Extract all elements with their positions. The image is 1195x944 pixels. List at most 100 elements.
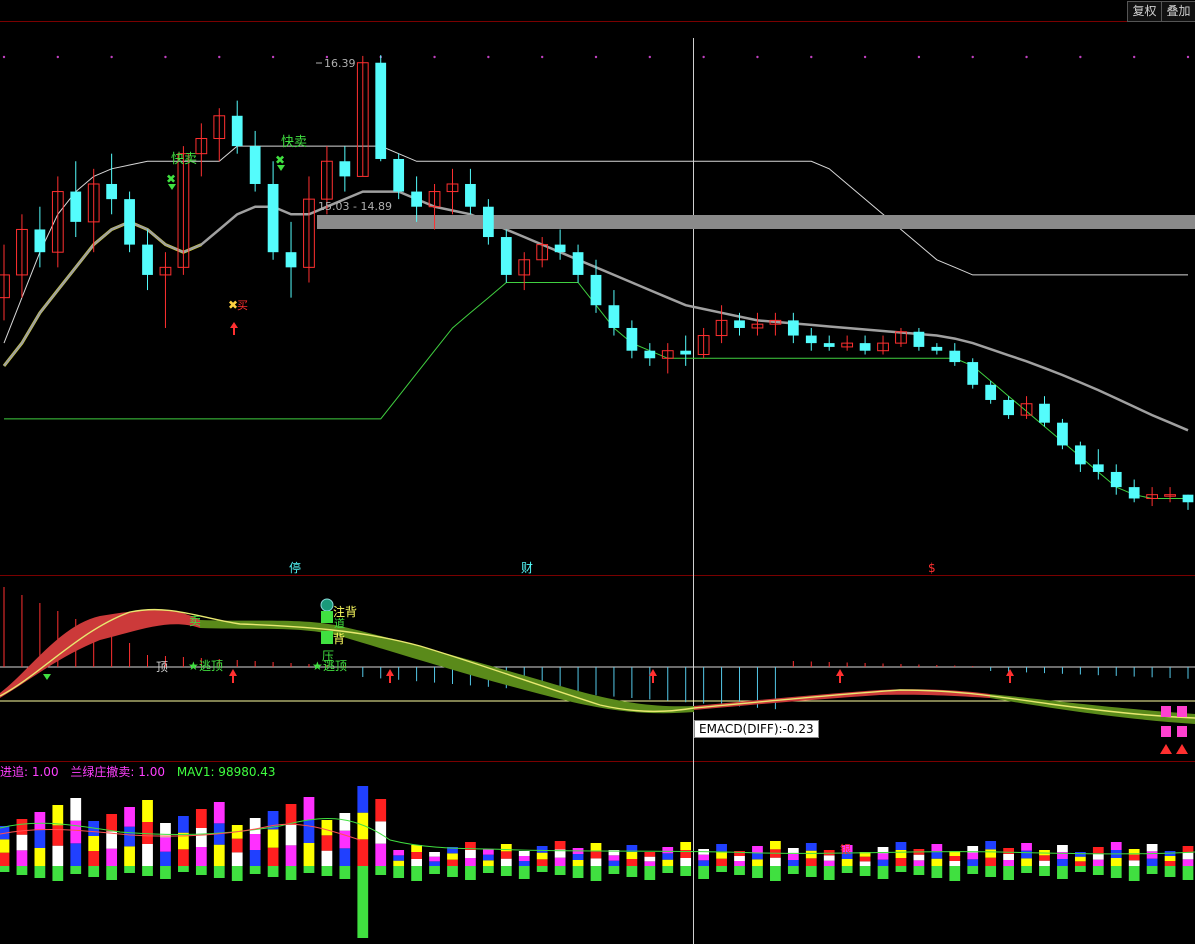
volume-bar-segment: [160, 851, 171, 866]
volume-bar-segment: [931, 851, 943, 859]
yin-marker: 银: [840, 842, 851, 856]
volume-bar-segment: [1057, 859, 1068, 866]
volume-bar-segment: [465, 850, 476, 858]
candle-body-down: [1092, 464, 1104, 472]
volume-bar-segment: [88, 836, 100, 851]
volume-bar-lower: [213, 866, 225, 878]
volume-bar-segment: [859, 861, 871, 866]
red-triangle-icon: [1176, 744, 1188, 754]
volume-bar-lower: [536, 866, 548, 872]
signal-dot: [702, 55, 705, 59]
volume-bar-segment: [572, 854, 584, 860]
volume-bar-segment: [1039, 855, 1050, 861]
sell-x-icon-1: ✖: [166, 172, 176, 186]
volume-bar-segment: [770, 857, 781, 866]
volume-bar-lower: [554, 866, 566, 875]
volume-bar-segment: [375, 821, 387, 844]
volume-bar-lower: [1021, 866, 1032, 873]
volume-bar-segment: [931, 858, 943, 866]
volume-bar-segment: [411, 845, 422, 852]
volume-bar-segment: [339, 830, 351, 849]
volume-bar-segment: [447, 853, 458, 860]
volume-bar-segment: [895, 858, 907, 866]
volume-bar-lower: [0, 866, 10, 872]
volume-bar-lower: [303, 866, 315, 873]
volume-bar-segment: [518, 856, 530, 861]
pink-square: [1177, 726, 1187, 737]
volume-bar-segment: [52, 805, 64, 826]
volume-bar-segment: [716, 844, 727, 852]
volume-bar-segment: [823, 855, 835, 861]
volume-bar-lower: [823, 866, 835, 880]
signal-dot: [110, 55, 113, 59]
volume-bar-segment: [357, 812, 369, 840]
candle-body-down: [1003, 399, 1014, 416]
volume-bar-segment: [429, 856, 440, 862]
volume-bar-segment: [859, 856, 871, 862]
up-arrow-icon: [836, 669, 844, 683]
volume-bar-lower: [895, 866, 907, 872]
volume-bar-lower: [931, 866, 943, 878]
fuquan-button[interactable]: 复权: [1127, 1, 1162, 22]
diejia-button[interactable]: 叠加: [1161, 1, 1195, 22]
volume-bar-lower: [770, 866, 781, 881]
yellow-line-path: [2, 220, 202, 367]
volume-bar-segment: [662, 859, 674, 866]
candle-body-down: [465, 183, 476, 207]
volume-bar-segment: [178, 832, 189, 850]
signal-dot: [1132, 55, 1136, 59]
fast-sell-signal-1: 快卖: [171, 152, 197, 167]
volume-bar-segment: [160, 823, 171, 838]
volume-bar-segment: [267, 829, 279, 848]
volume-bar-segment: [770, 841, 781, 850]
pink-square: [1177, 706, 1187, 717]
candle-body-down: [500, 237, 512, 275]
volume-bar-segment: [178, 849, 189, 866]
volume-bar-segment: [1182, 846, 1194, 853]
volume-bar-segment: [34, 848, 46, 866]
star-icon-1: ★: [188, 659, 199, 673]
signal-dot: [487, 55, 490, 59]
volume-bar-segment: [142, 822, 153, 844]
macd-red-ribbon: [0, 609, 200, 698]
stock-chart[interactable]: 16.39 15.03 - 14.89 快卖 快卖 ✖ ✖ ✖ 买 停 财 $ …: [0, 0, 1195, 944]
volume-bar-lower: [52, 866, 64, 881]
up-arrow-icon-buy: [230, 322, 238, 335]
volume-bar-segment: [375, 843, 387, 866]
volume-bar-segment: [34, 830, 46, 848]
volume-bar-segment: [285, 824, 297, 846]
volume-bar-segment: [608, 860, 620, 866]
volume-bar-lower: [859, 866, 871, 876]
candle-body-down: [572, 252, 584, 275]
volume-bar-segment: [16, 850, 28, 866]
volume-bar-lower: [411, 866, 422, 881]
escape-top-label-1: 逃顶: [199, 659, 223, 673]
volume-bar-segment: [160, 837, 171, 852]
volume-bar-lower: [267, 866, 279, 877]
signal-dot: [1025, 55, 1028, 59]
legend-mav1: MAV1: 98980.43: [176, 765, 276, 779]
volume-bar-lower: [1074, 866, 1086, 872]
volume-bar-segment: [249, 834, 261, 850]
signal-dot: [2, 55, 6, 59]
band-upper-line: [3, 145, 1188, 344]
volume-bar-segment: [1146, 844, 1158, 852]
volume-bar-segment: [88, 851, 100, 866]
candle-body-up: [0, 274, 10, 299]
volume-bar-segment: [70, 820, 82, 844]
candle-body-down: [70, 191, 82, 222]
ya-label: 压: [322, 649, 334, 663]
volume-bar-segment: [805, 850, 817, 859]
volume-bar-lower: [1110, 866, 1122, 878]
volume-bar-segment: [877, 859, 889, 866]
volume-bar-segment: [967, 859, 979, 866]
volume-bar-segment: [680, 842, 692, 850]
volume-bar-lower: [88, 866, 100, 877]
candle-body-down: [931, 346, 943, 351]
volume-bar-segment: [734, 851, 745, 856]
volume-bar-segment: [608, 855, 620, 861]
volume-bar-lower: [1182, 866, 1194, 880]
volume-bar-segment: [249, 818, 261, 834]
volume-bar-lower: [70, 866, 82, 874]
volume-bar-segment: [644, 852, 656, 857]
